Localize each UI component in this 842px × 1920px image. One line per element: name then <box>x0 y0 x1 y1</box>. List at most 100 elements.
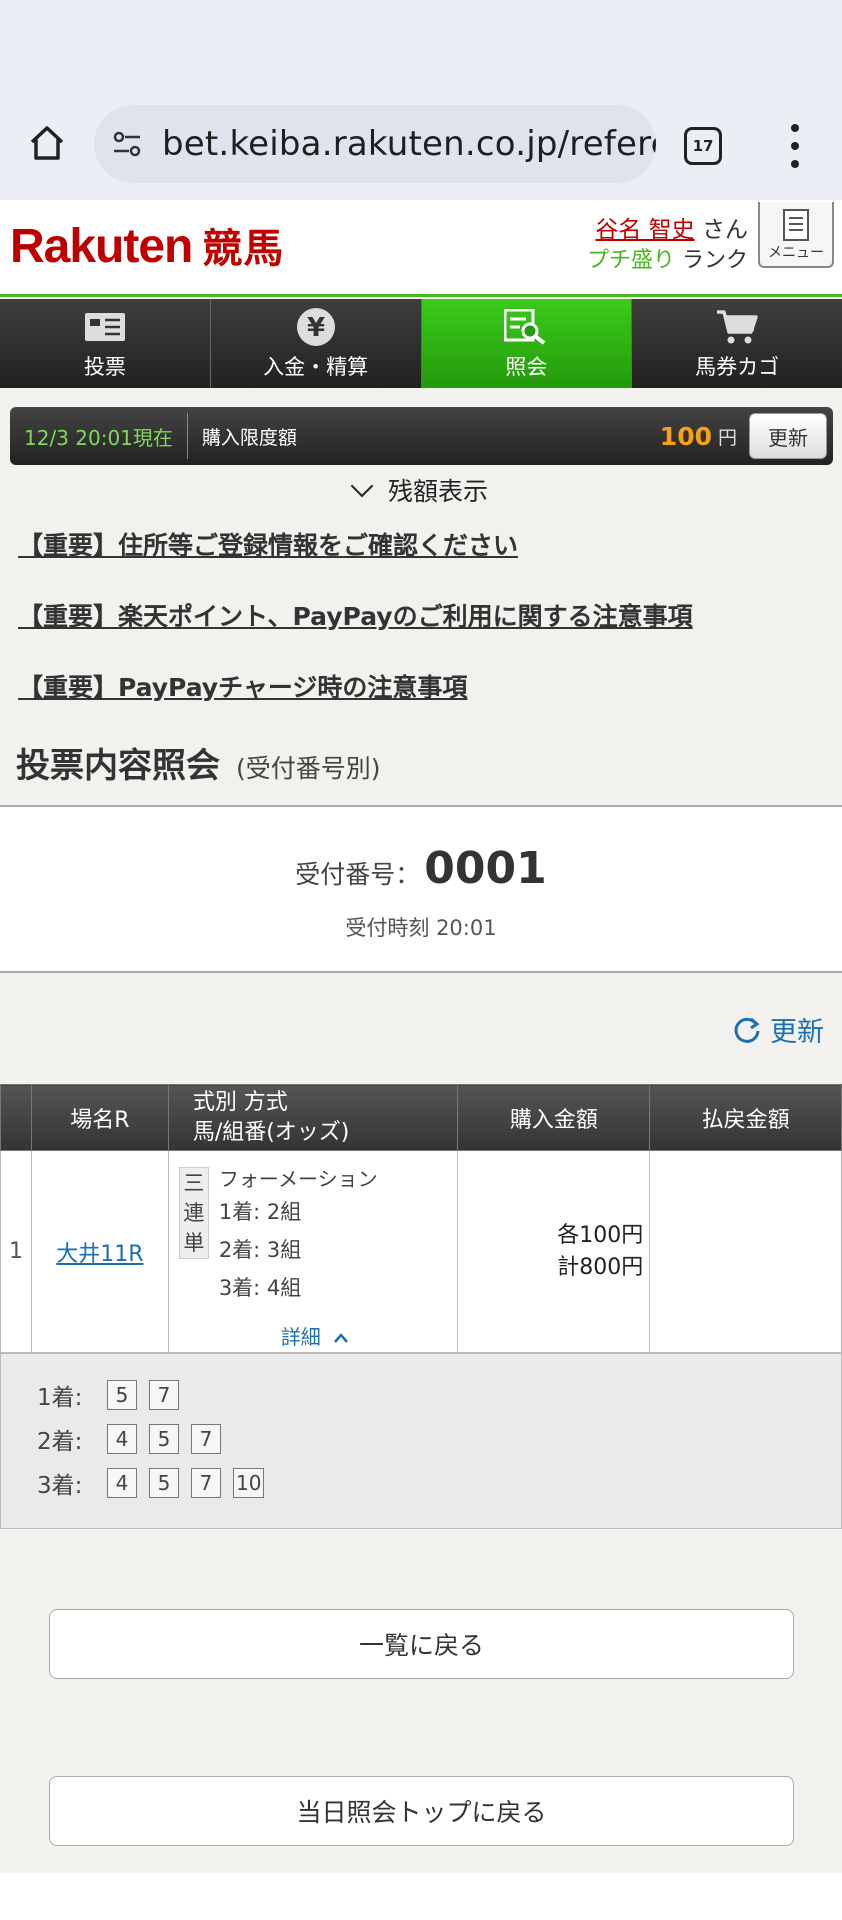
purchase-limit-bar: 12/3 20:01現在 購入限度額 100 円 更新 <box>10 407 833 465</box>
site-header: Rakuten 競馬 谷名 智史 さん プチ盛り ランク メニュー <box>0 200 842 297</box>
user-info: 谷名 智史 さん <box>595 210 748 244</box>
horse-number: 7 <box>191 1424 221 1454</box>
bet-lines: フォーメーション 1着: 2組 2着: 3組 3着: 4組 <box>219 1165 378 1307</box>
position-label: 3着: <box>37 1473 83 1499</box>
refresh-link-label: 更新 <box>770 1017 824 1048</box>
nav-item-vote[interactable]: 投票 <box>0 299 211 388</box>
amount-each: 各100円 <box>557 1222 644 1248</box>
limit-label: 購入限度額 <box>201 426 297 449</box>
home-icon[interactable] <box>22 118 72 168</box>
url-text: bet.keiba.rakuten.co.jp/referen <box>162 124 656 164</box>
ballot-icon <box>84 307 126 347</box>
nav-label-inquiry: 照会 <box>505 354 548 379</box>
rank-info: プチ盛り ランク <box>587 242 748 274</box>
menu-button[interactable]: メニュー <box>758 202 834 268</box>
menu-label: メニュー <box>768 245 824 261</box>
table-header-row: 場名R 式別 方式馬/組番(オッズ) 購入金額 払戻金額 <box>0 1084 842 1151</box>
nav-label-vote: 投票 <box>83 354 126 379</box>
refresh-icon <box>734 1017 760 1043</box>
header-purchase: 購入金額 <box>457 1084 651 1151</box>
browser-chrome: bet.keiba.rakuten.co.jp/referen 17 <box>0 0 842 200</box>
position-label: 2着: <box>37 1429 83 1455</box>
header-type-line2: 馬/組番(オッズ) <box>192 1119 350 1145</box>
svg-text:¥: ¥ <box>307 313 325 343</box>
table-row: 1 大井11R 三連単 フォーメーション 1着: 2組 2着: 3組 3着: 4… <box>0 1150 842 1353</box>
yen-icon: ¥ <box>296 307 336 347</box>
rank-label: ランク <box>681 248 748 273</box>
row-index: 1 <box>0 1150 32 1353</box>
notice-link[interactable]: 【重要】PayPayチャージ時の注意事項 <box>18 668 467 704</box>
notice-link[interactable]: 【重要】住所等ご登録情報をご確認ください <box>18 526 518 562</box>
bet-line: 1着: 2組 <box>218 1200 302 1224</box>
detail-toggle[interactable]: 詳細 <box>281 1321 349 1350</box>
back-to-top-button[interactable]: 当日照会トップに戻る <box>49 1776 794 1846</box>
logo-brand: Rakuten <box>10 220 193 273</box>
bet-line: 3着: 4組 <box>218 1276 302 1300</box>
combination-detail-panel: 1着: 5 7 2着: 4 5 7 3着: 4 5 7 10 <box>0 1353 842 1529</box>
receipt-summary: 受付番号：0001 受付時刻 20:01 <box>0 805 842 973</box>
tab-switcher-button[interactable]: 17 <box>684 127 722 165</box>
race-link[interactable]: 大井11R <box>56 1242 143 1267</box>
header-type: 式別 方式馬/組番(オッズ) <box>167 1084 459 1151</box>
main-nav: 投票 ¥ 入金・精算 照会 馬券カゴ <box>0 299 842 388</box>
logo-suffix: 競馬 <box>202 227 285 271</box>
bet-table: 場名R 式別 方式馬/組番(オッズ) 購入金額 払戻金額 1 大井11R 三連単… <box>0 1084 842 1353</box>
more-options-icon[interactable] <box>785 124 805 168</box>
horse-number: 4 <box>107 1468 137 1498</box>
rakuten-keiba-logo[interactable]: Rakuten 競馬 <box>10 216 284 274</box>
header-venue: 場名R <box>30 1084 169 1151</box>
horse-number: 5 <box>149 1468 179 1498</box>
venue-cell: 大井11R <box>30 1150 169 1353</box>
page-title-text: 投票内容照会 <box>16 746 220 786</box>
header-payout: 払戻金額 <box>649 1084 842 1151</box>
receipt-number-label: 受付番号： <box>295 860 421 889</box>
position-label: 1着: <box>37 1385 83 1411</box>
limit-refresh-button[interactable]: 更新 <box>749 413 827 459</box>
balance-toggle-label: 残額表示 <box>387 477 488 506</box>
bet-line: 2着: 3組 <box>218 1238 302 1262</box>
notice-link[interactable]: 【重要】楽天ポイント、PayPayのご利用に関する注意事項 <box>18 597 693 633</box>
rank-name: プチ盛り <box>586 248 675 273</box>
inquiry-icon <box>504 307 548 347</box>
site-settings-icon[interactable] <box>110 127 144 161</box>
horse-number: 10 <box>233 1468 265 1498</box>
url-bar[interactable]: bet.keiba.rakuten.co.jp/referen <box>94 105 656 183</box>
detail-toggle-label: 詳細 <box>280 1325 321 1349</box>
page-subtitle: (受付番号別) <box>236 754 381 783</box>
bet-type: 三連単 <box>178 1167 209 1259</box>
bet-method: フォーメーション <box>218 1167 378 1191</box>
header-type-line1: 式別 方式 <box>192 1089 288 1115</box>
page-title: 投票内容照会 (受付番号別) <box>16 738 381 787</box>
receipt-number-line: 受付番号：0001 <box>0 843 842 894</box>
back-to-list-button[interactable]: 一覧に戻る <box>49 1609 794 1679</box>
purchase-amount-cell: 各100円 計800円 <box>457 1150 651 1353</box>
horse-number: 7 <box>191 1468 221 1498</box>
position-row: 1着: 5 7 <box>37 1378 191 1412</box>
header-index <box>0 1084 32 1151</box>
user-name-link[interactable]: 谷名 智史 <box>595 217 694 243</box>
nav-item-inquiry[interactable]: 照会 <box>421 299 633 388</box>
horse-number: 5 <box>149 1424 179 1454</box>
nav-item-deposit[interactable]: ¥ 入金・精算 <box>211 299 422 388</box>
nav-label-deposit: 入金・精算 <box>263 354 369 379</box>
limit-amount: 100 <box>659 421 712 451</box>
refresh-link[interactable]: 更新 <box>732 1010 824 1049</box>
balance-toggle[interactable]: 残額表示 <box>0 472 842 508</box>
limit-unit: 円 <box>717 426 737 449</box>
horse-number: 5 <box>107 1380 137 1410</box>
user-honorific: さん <box>702 217 748 243</box>
position-row: 3着: 4 5 7 10 <box>37 1466 276 1500</box>
receipt-time: 受付時刻 20:01 <box>345 916 497 940</box>
chevron-up-icon <box>334 1333 349 1343</box>
nav-item-cart[interactable]: 馬券カゴ <box>632 299 842 388</box>
receipt-number: 0001 <box>424 843 547 894</box>
menu-icon <box>783 209 809 241</box>
horse-number: 4 <box>107 1424 137 1454</box>
chevron-down-icon <box>350 474 374 498</box>
footer-strip <box>0 1873 842 1920</box>
amount-total: 計800円 <box>557 1254 644 1280</box>
bet-detail-cell: 三連単 フォーメーション 1着: 2組 2着: 3組 3着: 4組 詳細 <box>167 1150 459 1353</box>
current-datetime: 12/3 20:01現在 <box>10 413 188 459</box>
payout-cell <box>649 1150 842 1353</box>
nav-label-cart: 馬券カゴ <box>695 354 780 379</box>
